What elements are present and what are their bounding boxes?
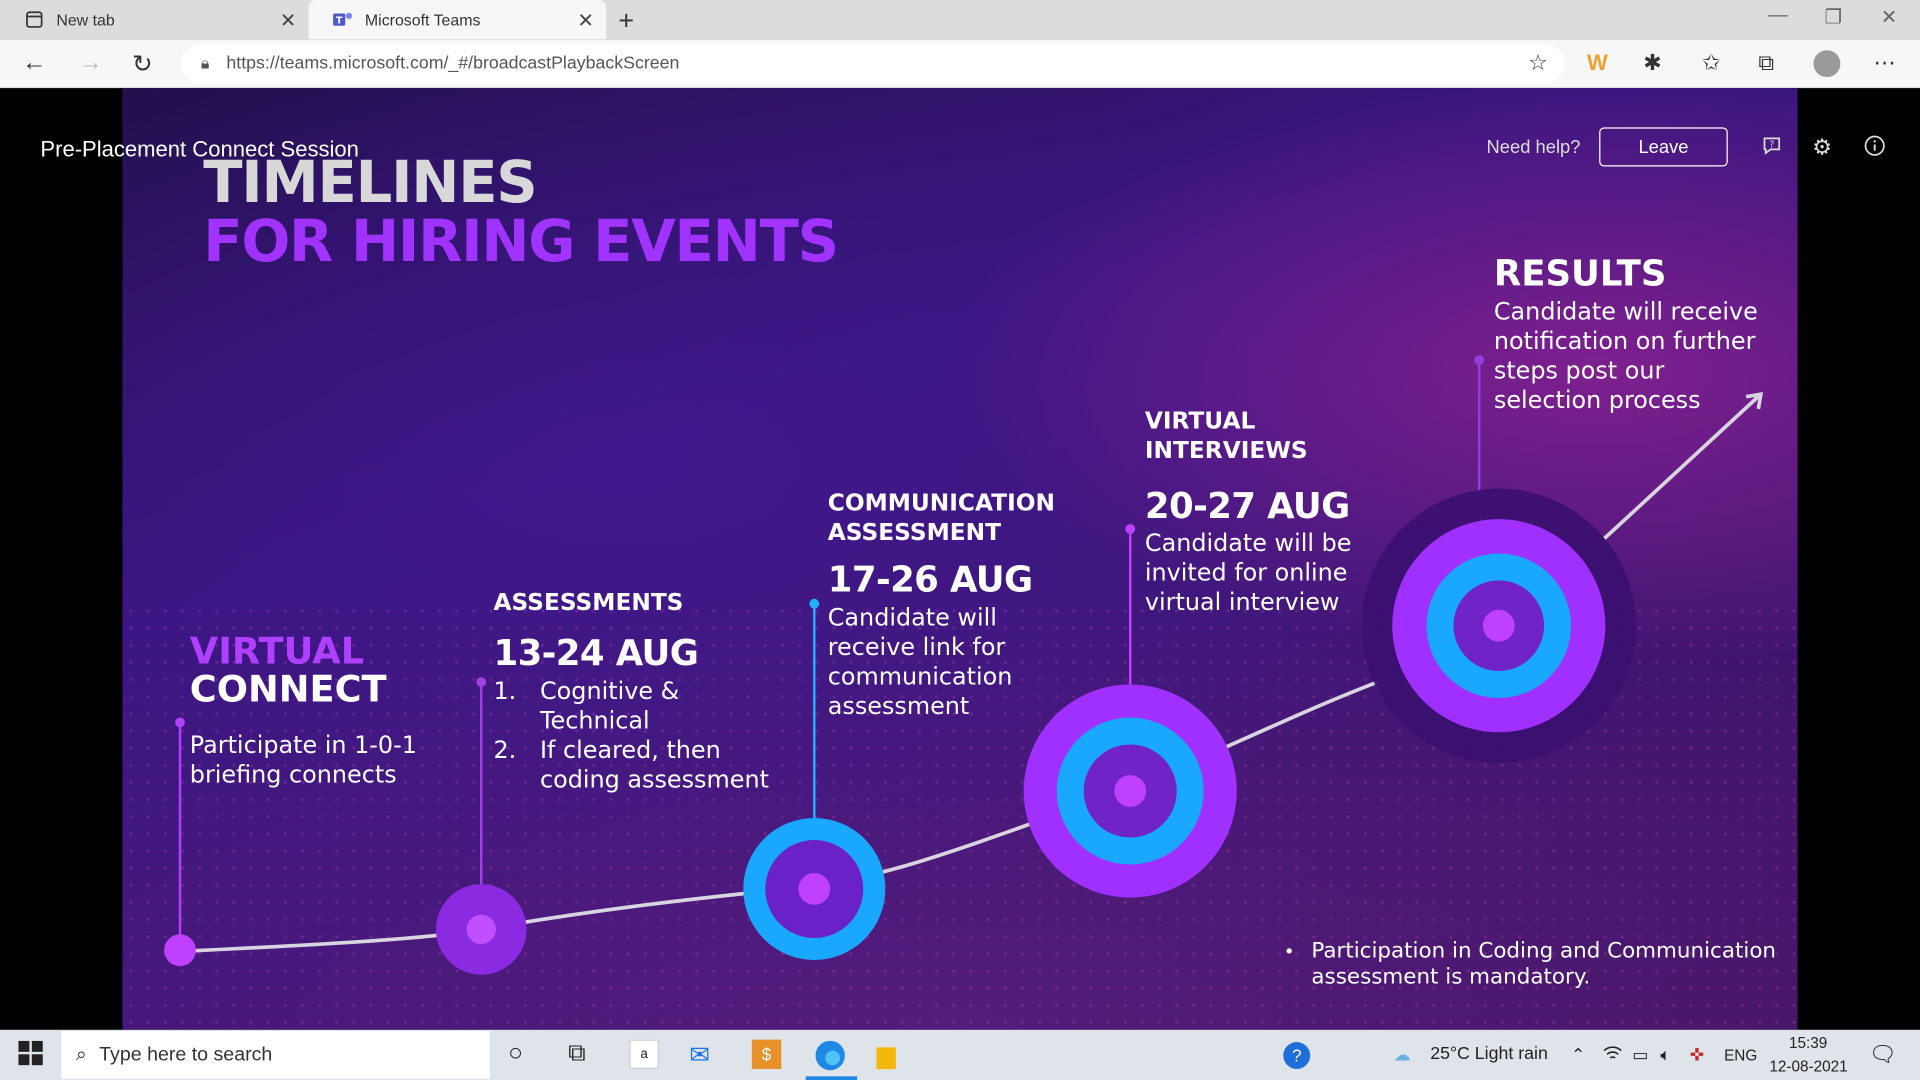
stage3-heading-line2: ASSESSMENT xyxy=(827,519,1001,547)
battery-icon[interactable]: ▭ xyxy=(1632,1044,1648,1065)
stage2-heading: ASSESSMENTS xyxy=(493,588,684,616)
node-results xyxy=(1361,488,1636,763)
stage1-text-1: Participate in 1-0-1 xyxy=(189,731,417,760)
svg-text:?: ? xyxy=(1769,140,1774,151)
help-app-icon[interactable]: ? xyxy=(1283,1042,1311,1069)
mail-icon[interactable]: ✉ xyxy=(689,1040,710,1071)
stage4-heading-line1: VIRTUAL xyxy=(1144,407,1256,435)
tab-new-tab[interactable]: New tab ✕ xyxy=(0,0,309,39)
file-explorer-icon[interactable]: ▆ xyxy=(877,1040,896,1071)
lock-icon: 🔒︎ xyxy=(200,53,210,73)
task-view-icon[interactable]: ⧉ xyxy=(568,1040,585,1068)
stage1-heading-a: VIRTUAL xyxy=(189,630,365,674)
node-assessments xyxy=(435,884,527,975)
settings-gear-icon[interactable]: ⚙ xyxy=(1812,135,1832,161)
show-hidden-icons[interactable]: ⌃ xyxy=(1571,1044,1585,1065)
tab-microsoft-teams[interactable]: T Microsoft Teams ✕ xyxy=(308,0,607,40)
weather-icon: ☁ xyxy=(1393,1044,1411,1065)
language-indicator[interactable]: ENG xyxy=(1724,1047,1757,1064)
cortana-icon[interactable]: ○ xyxy=(508,1040,523,1068)
results-arrow xyxy=(1602,392,1763,541)
slide-title-line2: FOR HIRING EVENTS xyxy=(203,208,839,276)
stage2-item2-number: 2. xyxy=(493,735,517,765)
stage4-text-1: Candidate will be xyxy=(1144,528,1352,558)
refresh-icon[interactable]: ↻ xyxy=(132,49,153,80)
favorites-icon[interactable]: ✩ xyxy=(1702,50,1720,76)
taskbar-search-box[interactable]: ⌕ Type here to search xyxy=(61,1031,490,1079)
address-bar[interactable]: 🔒︎ https://teams.microsoft.com/_#/broadc… xyxy=(181,44,1565,84)
close-window-icon[interactable]: ✕ xyxy=(1881,5,1897,29)
add-favorite-icon[interactable]: ☆ xyxy=(1528,50,1548,76)
leave-button[interactable]: Leave xyxy=(1599,127,1728,167)
stage4-text-3: virtual interview xyxy=(1144,587,1340,616)
stage3-text-4: assessment xyxy=(827,691,970,721)
stage5-text-1: Candidate will receive xyxy=(1493,297,1758,326)
restore-icon[interactable]: ❐ xyxy=(1824,5,1842,29)
back-icon[interactable]: ← xyxy=(22,49,46,77)
info-icon[interactable] xyxy=(1864,135,1886,163)
active-app-indicator xyxy=(805,1076,858,1080)
new-tab-icon xyxy=(24,10,44,30)
stage2-item1-line1: Cognitive & xyxy=(540,677,680,706)
stage5-text-4: selection process xyxy=(1493,385,1701,414)
clock-date[interactable]: 12-08-2021 xyxy=(1769,1058,1847,1075)
more-icon[interactable]: ⋯ xyxy=(1873,50,1895,76)
collections-icon[interactable]: ⧉ xyxy=(1758,50,1774,76)
new-tab-button[interactable]: + xyxy=(618,5,634,37)
app-s-icon[interactable]: $ xyxy=(751,1039,782,1069)
stage3-text-3: communication xyxy=(827,662,1013,691)
stage4-heading-line2: INTERVIEWS xyxy=(1144,437,1308,465)
stage2-item1-number: 1. xyxy=(493,677,517,706)
svg-text:T: T xyxy=(336,15,343,26)
weather-text[interactable]: 25°C Light rain xyxy=(1430,1044,1548,1064)
stage5-heading: RESULTS xyxy=(1493,252,1667,294)
close-tab-icon[interactable]: ✕ xyxy=(577,9,593,33)
notifications-icon[interactable]: 🗨︎ xyxy=(1869,1042,1897,1068)
tab-label: Microsoft Teams xyxy=(364,10,481,29)
node-communication-assessment xyxy=(743,817,886,961)
amazon-app-icon[interactable]: a xyxy=(629,1039,659,1069)
stage1-heading-b: CONNECT xyxy=(189,668,387,712)
stage4-text-2: invited for online xyxy=(1144,558,1348,587)
stage3-text-1: Candidate will xyxy=(827,603,997,632)
profile-avatar[interactable] xyxy=(1813,50,1841,78)
teams-logo-icon: T xyxy=(333,10,353,30)
note-line2: assessment is mandatory. xyxy=(1311,964,1591,990)
presentation-slide: TIMELINES FOR HIRING EVENTS VIRTUAL CONN… xyxy=(122,88,1798,1030)
stage3-text-2: receive link for xyxy=(827,633,1006,662)
search-placeholder: Type here to search xyxy=(99,1043,273,1065)
stage3-date: 17-26 AUG xyxy=(827,558,1033,601)
node-virtual-interviews xyxy=(1023,684,1237,898)
minimize-icon[interactable]: — xyxy=(1768,5,1788,27)
extensions-icon[interactable]: ✱ xyxy=(1643,50,1661,76)
qna-icon[interactable]: ? xyxy=(1761,135,1783,163)
volume-icon[interactable]: 🔈︎ xyxy=(1660,1044,1670,1065)
windows-start-icon[interactable] xyxy=(18,1040,43,1073)
node-virtual-connect xyxy=(164,934,196,967)
stage5-text-2: notification on further xyxy=(1493,326,1756,356)
close-tab-icon[interactable]: ✕ xyxy=(280,9,296,33)
stage2-item2-line1: If cleared, then xyxy=(540,735,721,765)
extension-w-icon[interactable]: W xyxy=(1587,50,1608,76)
tab-label: New tab xyxy=(56,10,115,29)
wifi-icon[interactable] xyxy=(1603,1044,1623,1065)
stage2-item1-line2: Technical xyxy=(540,706,650,735)
stage2-date: 13-24 AUG xyxy=(493,631,699,674)
stage3-heading-line1: COMMUNICATION xyxy=(827,489,1055,517)
need-help-link[interactable]: Need help? xyxy=(1487,137,1581,158)
search-icon: ⌕ xyxy=(75,1043,87,1065)
stage4-date: 20-27 AUG xyxy=(1144,484,1350,527)
note-line1: Participation in Coding and Communicatio… xyxy=(1311,939,1777,964)
session-title: Pre-Placement Connect Session xyxy=(40,137,359,162)
forward-icon[interactable]: → xyxy=(78,49,102,77)
antivirus-icon[interactable]: ✜ xyxy=(1690,1044,1704,1065)
bullet-icon: • xyxy=(1285,941,1293,963)
stage1-text-2: briefing connects xyxy=(189,760,397,789)
edge-icon[interactable] xyxy=(814,1040,846,1079)
stage5-text-3: steps post our xyxy=(1493,356,1665,385)
url-text: https://teams.microsoft.com/_#/broadcast… xyxy=(226,53,680,74)
clock-time[interactable]: 15:39 xyxy=(1789,1035,1827,1052)
stage2-item2-line2: coding assessment xyxy=(540,765,769,794)
